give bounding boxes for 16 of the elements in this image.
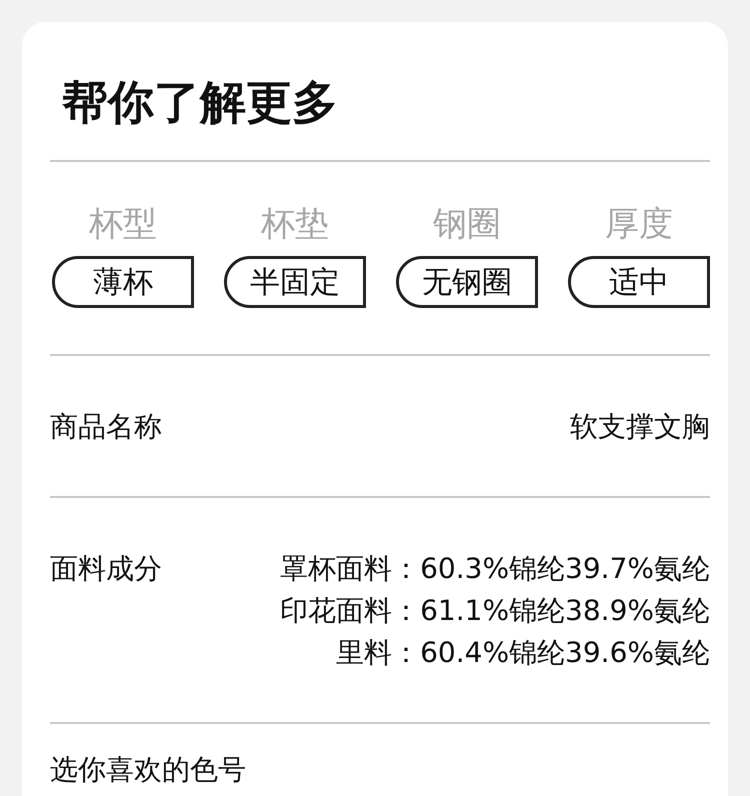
attribute-tag: 适中 [568, 256, 710, 308]
detail-label: 商品名称 [50, 409, 162, 445]
detail-label: 面料成分 [50, 551, 162, 587]
attribute-label: 杯垫 [261, 204, 329, 244]
detail-value: 印花面料：61.1%锦纶38.9%氨纶 [280, 593, 710, 629]
attribute-tag: 无钢圈 [396, 256, 538, 308]
color-section-title: 选你喜欢的色号 [50, 752, 247, 788]
attribute-label: 钢圈 [433, 204, 501, 244]
section-title: 帮你了解更多 [61, 74, 339, 131]
detail-value: 里料：60.4%锦纶39.6%氨纶 [336, 635, 710, 671]
attribute-label: 厚度 [605, 204, 673, 244]
attribute-tag: 半固定 [224, 256, 366, 308]
attribute-tag: 薄杯 [52, 256, 194, 308]
attribute-label: 杯型 [89, 204, 157, 244]
detail-value: 罩杯面料：60.3%锦纶39.7%氨纶 [280, 551, 710, 587]
detail-value: 软支撑文胸 [570, 409, 710, 445]
